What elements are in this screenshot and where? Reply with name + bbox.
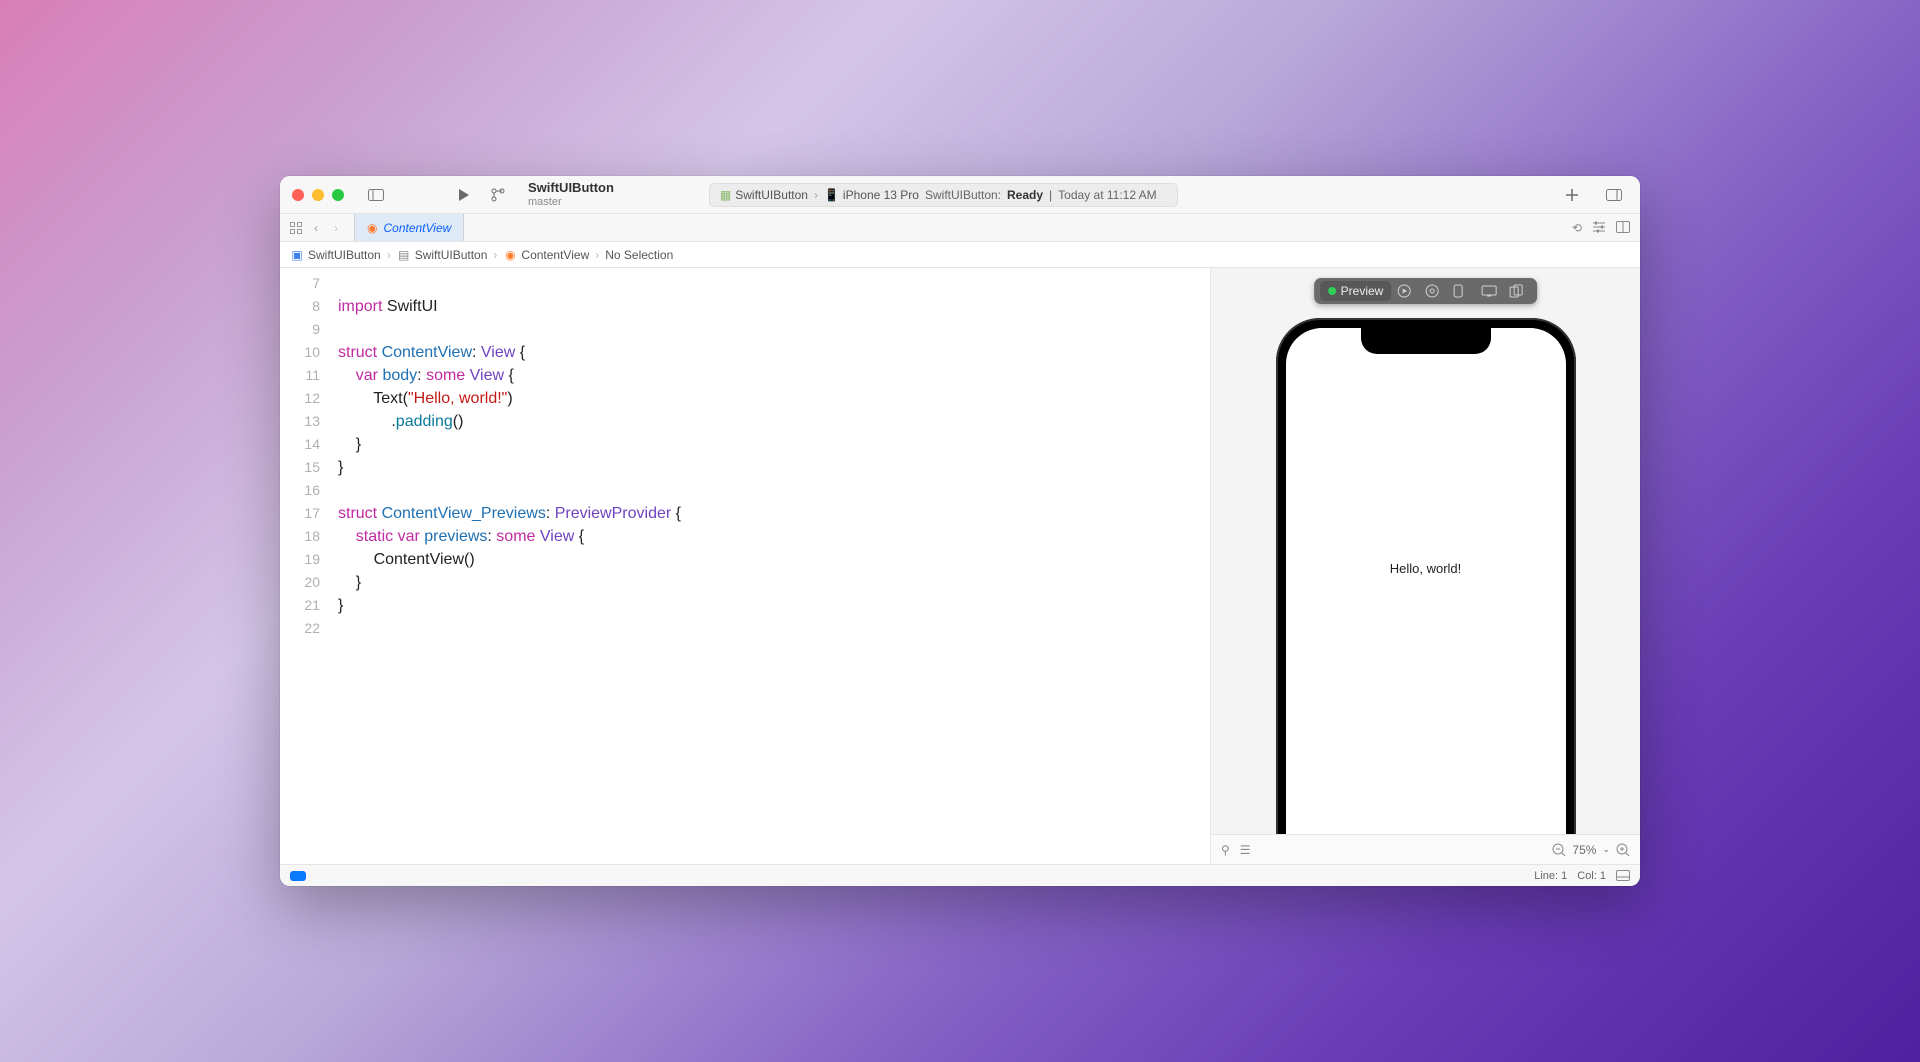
project-name: SwiftUIButton <box>528 181 614 195</box>
swift-file-icon: ◉ <box>367 221 377 235</box>
device-label: iPhone 13 Pro <box>843 188 919 202</box>
scheme-icon: ▦ <box>720 188 731 202</box>
editor-tabbar: ‹ › ◉ ContentView ⟲ <box>280 214 1640 242</box>
app-icon: ▣ <box>290 248 304 262</box>
preview-label: Preview <box>1341 284 1384 298</box>
crumb-file[interactable]: ContentView <box>521 248 589 262</box>
status-state-label: Ready <box>1007 188 1043 202</box>
preview-duplicate-button[interactable] <box>1509 284 1531 298</box>
zoom-level-label[interactable]: 75% <box>1572 843 1596 857</box>
run-button[interactable] <box>450 183 478 207</box>
nav-back-button[interactable]: ‹ <box>308 220 324 236</box>
code-content[interactable]: import SwiftUI struct ContentView: View … <box>330 268 681 864</box>
line-gutter: 78910111213141516171819202122 <box>280 268 330 864</box>
titlebar: SwiftUIButton master ▦ SwiftUIButton › 📱 i… <box>280 176 1640 214</box>
canvas-footer: ⚲ ☰ 75% ⌄ <box>1211 834 1640 864</box>
preview-device-button[interactable] <box>1453 284 1475 298</box>
bottom-status-bar: Line: 1 Col: 1 <box>280 864 1640 886</box>
zoom-in-button[interactable] <box>1616 843 1630 857</box>
chevron-right-icon: › <box>493 248 497 262</box>
scheme-menu-button[interactable] <box>484 183 512 207</box>
device-notch <box>1361 328 1491 354</box>
folder-icon: ▤ <box>397 248 411 262</box>
zoom-out-button[interactable] <box>1552 843 1566 857</box>
crumb-selection[interactable]: No Selection <box>605 248 673 262</box>
toggle-inspector-button[interactable] <box>1600 183 1628 207</box>
add-editor-button[interactable] <box>1616 221 1630 235</box>
main-split: 78910111213141516171819202122 import Swi… <box>280 268 1640 864</box>
cursor-col-label: Col: 1 <box>1577 870 1606 882</box>
chevron-right-icon: › <box>595 248 599 262</box>
chevron-right-icon: › <box>387 248 391 262</box>
preview-play-button[interactable] <box>1397 284 1419 298</box>
refresh-icon[interactable]: ⟲ <box>1572 221 1582 235</box>
preview-content-text: Hello, world! <box>1390 561 1462 576</box>
status-app-label: SwiftUIButton: <box>925 188 1001 202</box>
preview-canvas[interactable]: Preview Hello, world! <box>1211 268 1640 834</box>
related-items-button[interactable] <box>288 220 304 236</box>
window-controls <box>292 189 344 201</box>
close-window-button[interactable] <box>292 189 304 201</box>
scheme-label: SwiftUIButton <box>735 188 808 202</box>
zoom-menu-chevron-icon[interactable]: ⌄ <box>1602 844 1610 855</box>
crumb-project[interactable]: SwiftUIButton <box>308 248 381 262</box>
activity-status-bar[interactable]: ▦ SwiftUIButton › 📱 iPhone 13 Pro SwiftUIB… <box>709 183 1178 207</box>
status-time-label: Today at 11:12 AM <box>1058 188 1157 202</box>
project-title-block: SwiftUIButton master <box>528 181 614 207</box>
swift-file-icon: ◉ <box>503 248 517 262</box>
editor-tab[interactable]: ◉ ContentView <box>354 214 464 241</box>
tab-file-label: ContentView <box>383 221 451 235</box>
xcode-window: SwiftUIButton master ▦ SwiftUIButton › 📱 i… <box>280 176 1640 886</box>
preview-toolbar: Preview <box>1314 278 1538 304</box>
adjust-editor-options-button[interactable] <box>1592 221 1606 235</box>
chevron-right-icon: › <box>814 188 818 202</box>
branch-name: master <box>528 196 614 208</box>
minimize-window-button[interactable] <box>312 189 324 201</box>
preview-pane: Preview Hello, world! ⚲ <box>1210 268 1640 864</box>
device-frame: Hello, world! <box>1276 318 1576 834</box>
nav-forward-button[interactable]: › <box>328 220 344 236</box>
jump-bar[interactable]: ▣ SwiftUIButton › ▤ SwiftUIButton › ◉ Co… <box>280 242 1640 268</box>
filter-indicator[interactable] <box>290 871 306 881</box>
preview-display-button[interactable] <box>1481 285 1503 297</box>
pin-preview-button[interactable]: ⚲ <box>1221 843 1230 857</box>
toggle-navigator-button[interactable] <box>362 183 390 207</box>
cursor-line-label: Line: 1 <box>1534 870 1567 882</box>
preview-inspect-button[interactable] <box>1425 284 1447 298</box>
live-indicator-icon <box>1328 287 1336 295</box>
run-controls <box>450 183 512 207</box>
zoom-window-button[interactable] <box>332 189 344 201</box>
toggle-debug-area-button[interactable] <box>1616 870 1630 881</box>
status-separator: | <box>1049 188 1052 202</box>
preview-list-button[interactable]: ☰ <box>1240 843 1251 857</box>
preview-live-pill[interactable]: Preview <box>1320 281 1392 301</box>
device-screen[interactable]: Hello, world! <box>1286 328 1566 834</box>
library-add-button[interactable] <box>1558 183 1586 207</box>
device-icon: 📱 <box>824 188 839 202</box>
code-editor[interactable]: 78910111213141516171819202122 import Swi… <box>280 268 1210 864</box>
crumb-folder[interactable]: SwiftUIButton <box>415 248 488 262</box>
